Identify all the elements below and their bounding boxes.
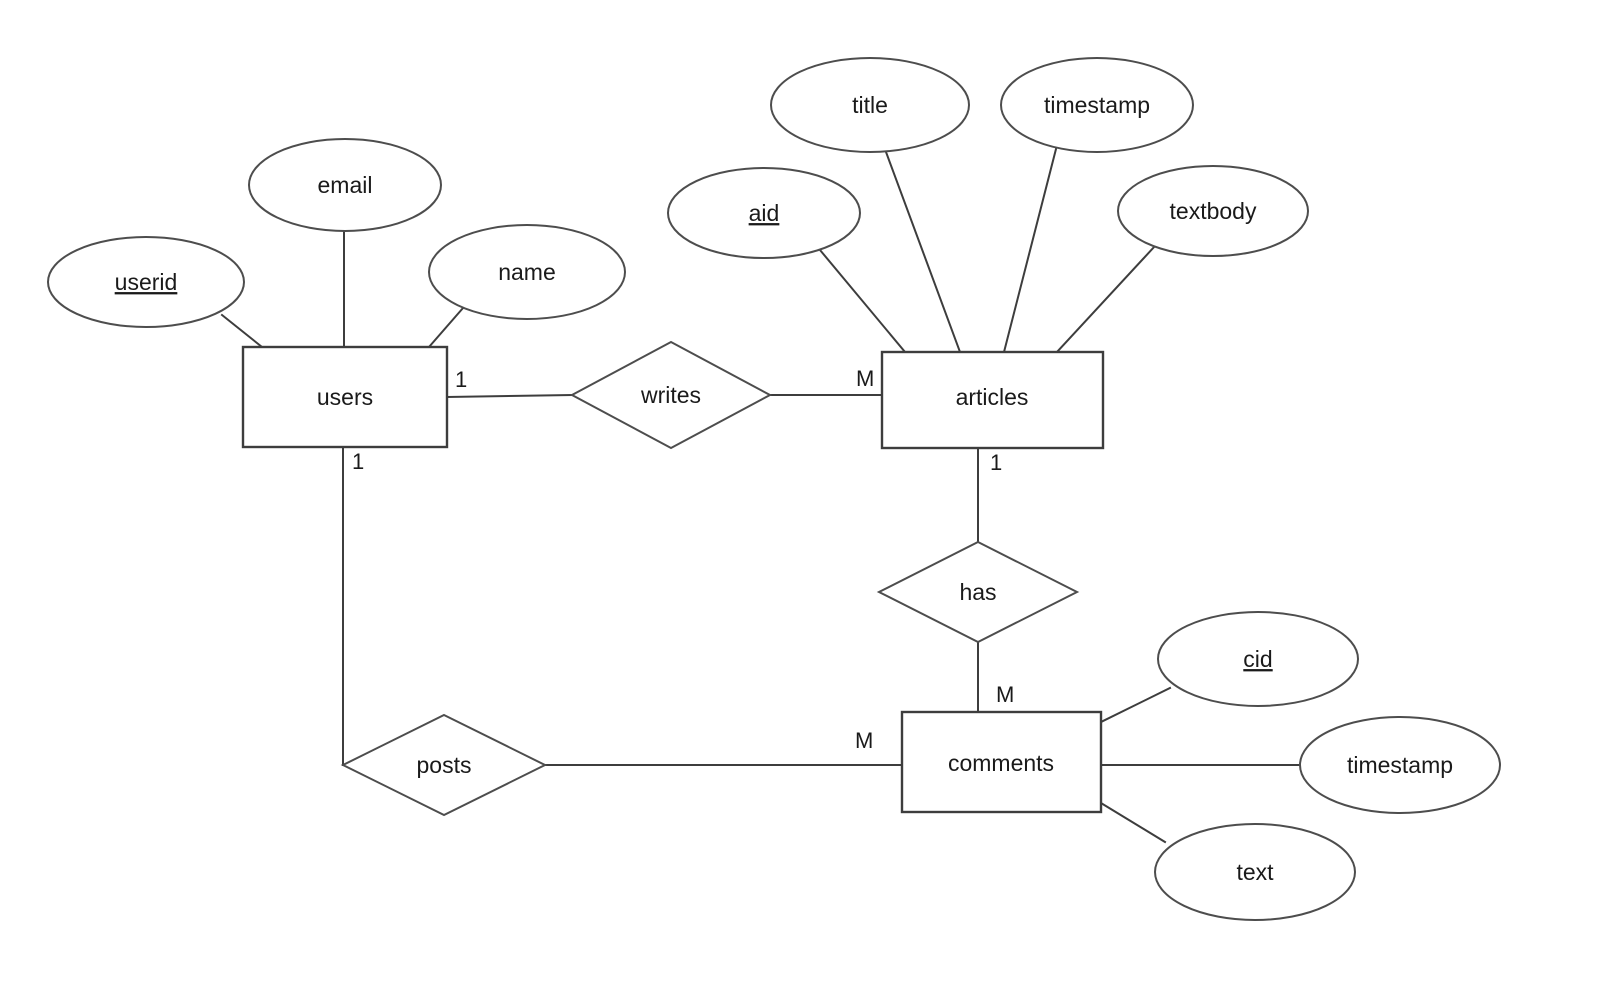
attribute-label: aid [749,200,780,226]
attribute-aid[interactable]: aid [667,167,861,259]
attribute-label: cid [1243,646,1272,672]
attribute-layer: userid email name aid title timestamp te… [47,57,1501,921]
cardinality-comments-posts: M [855,728,873,753]
attribute-label: name [498,259,556,285]
connector-text-comments [1099,801,1167,844]
attribute-label: timestamp [1347,752,1453,778]
attribute-label: timestamp [1044,92,1150,118]
relationship-posts[interactable]: posts [340,713,548,817]
relationship-label: posts [417,752,472,778]
attribute-cid[interactable]: cid [1157,611,1359,707]
connector-title-articles [884,150,962,354]
attribute-label: email [318,172,373,198]
attribute-title[interactable]: title [770,57,970,153]
entity-comments[interactable]: comments [900,710,1103,814]
cardinality-articles-writes: M [856,366,874,391]
entity-label: articles [956,384,1029,410]
entity-label: comments [948,750,1054,776]
connector-userid-users [220,313,264,349]
attribute-label: userid [115,269,178,295]
entity-articles[interactable]: articles [880,350,1105,450]
connector-cid-comments [1099,686,1172,724]
attribute-text[interactable]: text [1154,823,1356,921]
attribute-label: textbody [1170,198,1257,224]
cardinality-comments-has: M [996,682,1014,707]
relationship-writes[interactable]: writes [569,340,773,450]
cardinality-users-writes: 1 [455,367,467,392]
relationship-has[interactable]: has [876,540,1080,644]
connector-name-users [427,306,465,349]
cardinality-users-posts: 1 [352,449,364,474]
attribute-label: title [852,92,888,118]
entity-users[interactable]: users [241,345,449,449]
attribute-userid[interactable]: userid [47,236,245,328]
attribute-name[interactable]: name [428,224,626,320]
connector-textbody-articles [1055,244,1157,354]
attribute-email[interactable]: email [248,138,442,232]
attribute-label: text [1236,859,1274,885]
relationship-label: has [959,579,996,605]
attribute-comments-timestamp[interactable]: timestamp [1299,716,1501,814]
connector-users-writes [445,393,574,399]
connector-timestamp-articles [1002,147,1058,354]
attribute-textbody[interactable]: textbody [1117,165,1309,257]
cardinality-articles-has: 1 [990,450,1002,475]
relationship-label: writes [640,382,701,408]
er-diagram-canvas: userid email name aid title timestamp te… [0,0,1606,998]
attribute-articles-timestamp[interactable]: timestamp [1000,57,1194,153]
entity-label: users [317,384,373,410]
connector-aid-articles [818,248,907,354]
